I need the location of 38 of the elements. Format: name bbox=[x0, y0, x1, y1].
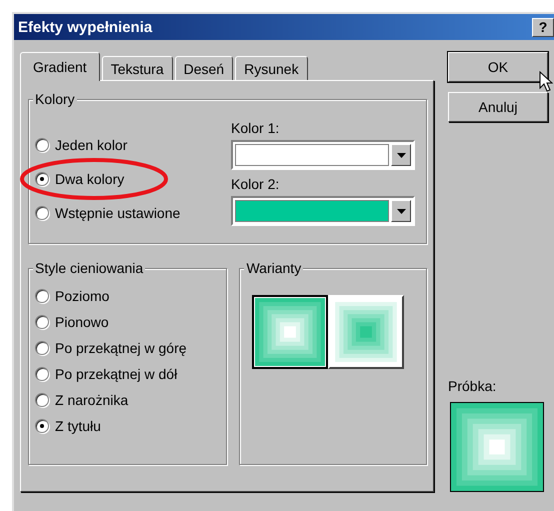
picker-label: Kolor 1: bbox=[231, 120, 280, 136]
radio-button[interactable] bbox=[35, 419, 49, 433]
radio-label: Pionowo bbox=[55, 314, 109, 330]
tab[interactable]: Tekstura bbox=[102, 56, 173, 80]
tab[interactable]: Rysunek bbox=[235, 56, 308, 80]
radio-label: Po przekątnej w górę bbox=[55, 340, 187, 356]
radio-label: Z tytułu bbox=[55, 418, 101, 434]
radio-button[interactable] bbox=[35, 206, 49, 220]
radio-button[interactable] bbox=[35, 315, 49, 329]
variant-option[interactable] bbox=[252, 295, 328, 369]
cancel-button[interactable]: Anuluj bbox=[448, 92, 548, 122]
dropdown-arrow-button[interactable] bbox=[391, 144, 411, 166]
radio-button[interactable] bbox=[35, 172, 49, 186]
window-title: Efekty wypełnienia bbox=[18, 18, 154, 36]
radio-button[interactable] bbox=[35, 341, 49, 355]
color-dropdown[interactable] bbox=[231, 196, 415, 226]
group-title: Kolory bbox=[33, 91, 77, 107]
radio-button[interactable] bbox=[35, 393, 49, 407]
radio-button[interactable] bbox=[35, 289, 49, 303]
tab[interactable]: Gradient bbox=[20, 52, 100, 81]
radio-label: Dwa kolory bbox=[55, 171, 124, 187]
radio-button[interactable] bbox=[35, 367, 49, 381]
radio-label: Po przekątnej w dół bbox=[55, 366, 178, 382]
group-title: Warianty bbox=[244, 260, 304, 276]
sample-label: Próbka: bbox=[448, 378, 498, 394]
caret-icon bbox=[396, 208, 406, 214]
help-button[interactable]: ? bbox=[532, 18, 554, 36]
radio-label: Poziomo bbox=[55, 288, 110, 304]
dropdown-arrow-button[interactable] bbox=[391, 200, 411, 222]
tab[interactable]: Deseń bbox=[174, 56, 234, 80]
caret-icon bbox=[396, 152, 406, 158]
radio-label: Jeden kolor bbox=[55, 137, 128, 153]
color-dropdown[interactable] bbox=[231, 140, 415, 170]
radio-label: Wstępnie ustawione bbox=[55, 205, 180, 221]
group-title: Style cieniowania bbox=[33, 260, 146, 276]
radio-button[interactable] bbox=[35, 138, 49, 152]
picker-label: Kolor 2: bbox=[231, 176, 280, 192]
radio-label: Z narożnika bbox=[55, 392, 128, 408]
